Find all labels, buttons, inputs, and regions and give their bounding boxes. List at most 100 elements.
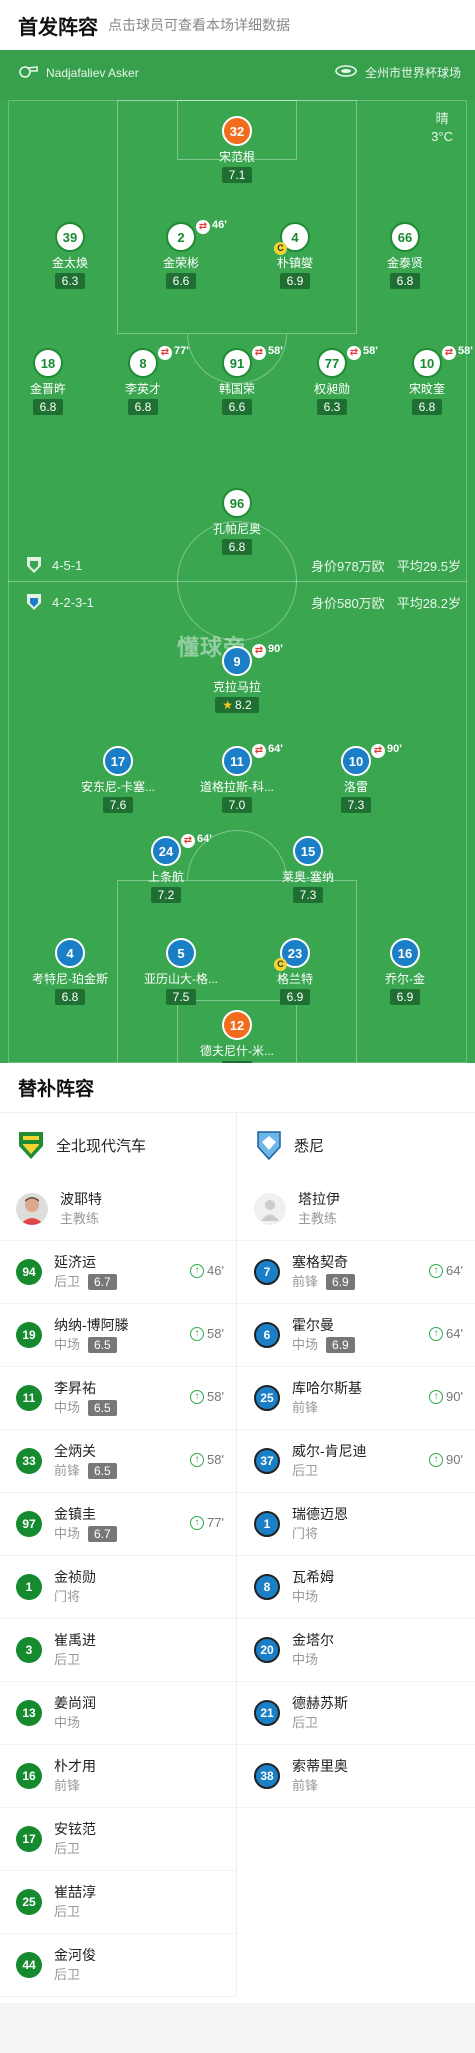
sub-player-name: 塞格契奇 — [292, 1254, 348, 1270]
rating-value: 7.0 — [228, 798, 246, 812]
player-number-badge: 2 ⇄ 46' — [166, 219, 227, 252]
away-player[interactable]: 9 ⇄ 90' 克拉马拉 ★ 8.2 — [182, 643, 292, 714]
lineup-subtitle: 点击球员可查看本场详细数据 — [108, 17, 290, 33]
away-team-header[interactable]: 悉尼 — [238, 1113, 475, 1177]
home-player[interactable]: 91 ⇄ 58' 韩国荣 6.6 — [182, 345, 292, 416]
player-number-badge: 4 — [55, 938, 85, 968]
sub-player-row[interactable]: 1 瑞德迈恩 门将 — [238, 1493, 475, 1556]
sub-player-position: 中场 6.9 — [292, 1335, 355, 1355]
sub-player-row[interactable]: 11 李昇祐 中场 6.5 ↑ 58' — [0, 1367, 236, 1430]
home-player[interactable]: 2 ⇄ 46' 金荣彬 6.6 — [126, 219, 236, 290]
sub-number-badge: 94 — [16, 1259, 42, 1285]
away-player[interactable]: 5 亚历山大-格... 7.5 — [126, 938, 236, 1006]
player-rating: 7.1 — [221, 167, 253, 183]
away-player[interactable]: 11 ⇄ 64' 道格拉斯-科... 7.0 — [182, 743, 292, 814]
home-coach[interactable]: 波耶特 主教练 — [0, 1177, 236, 1241]
sub-player-row[interactable]: 37 威尔-肯尼迪 后卫 ↑ 90' — [238, 1430, 475, 1493]
sub-player-position: 中场 6.5 — [54, 1398, 117, 1418]
player-number-badge: 32 — [222, 116, 252, 146]
sub-player-position: 后卫 — [292, 1461, 367, 1481]
sub-number-badge: 11 — [16, 1385, 42, 1411]
sub-rating: 6.9 — [326, 1337, 355, 1353]
sub-in-icon: ↑ — [429, 1452, 444, 1467]
home-player[interactable]: 10 ⇄ 58' 宋旼奎 6.8 — [372, 345, 475, 416]
home-subs-column: 全北现代汽车 波耶特 主教练 94 延济运 后卫 6.7 ↑ 46' 19 纳纳-博阿滕 中场 6.… — [0, 1113, 237, 1997]
sub-player-row[interactable]: 25 库哈尔斯基 前锋 ↑ 90' — [238, 1367, 475, 1430]
sub-in-time: ↑ 90' — [429, 1452, 463, 1467]
sub-number-badge: 16 — [16, 1763, 42, 1789]
coach-avatar — [16, 1192, 48, 1225]
sub-player-row[interactable]: 20 金塔尔 中场 — [238, 1619, 475, 1682]
sub-player-info: 威尔-肯尼迪 后卫 — [292, 1441, 367, 1481]
sub-player-row[interactable]: 13 姜尚润 中场 — [0, 1682, 236, 1745]
away-player[interactable]: 12德夫尼什-米...7.5 — [182, 1010, 292, 1063]
sub-number-badge: 38 — [254, 1763, 280, 1789]
home-player[interactable]: 4 C 朴镇燮 6.9 — [240, 222, 350, 290]
player-name: 安东尼-卡塞... — [81, 780, 155, 794]
lineup-title: 首发阵容 — [18, 16, 98, 39]
sub-player-row[interactable]: 38 索蒂里奥 前锋 — [238, 1745, 475, 1808]
home-player[interactable]: 77 ⇄ 58' 权昶勋 6.3 — [277, 345, 387, 416]
sub-number-badge: 19 — [16, 1322, 42, 1348]
sub-player-row[interactable]: 8 瓦希姆 中场 — [238, 1556, 475, 1619]
away-player[interactable]: 15 莱奥-塞纳 7.3 — [253, 836, 363, 904]
rating-value: 6.8 — [61, 990, 79, 1004]
player-number: 77 — [324, 355, 340, 371]
away-coach[interactable]: 塔拉伊 主教练 — [238, 1177, 475, 1241]
home-player[interactable]: 66 金泰贤 6.8 — [350, 222, 460, 290]
sub-in-time: ↑ 46' — [190, 1263, 224, 1278]
sub-player-row[interactable]: 1 金祯勋 门将 — [0, 1556, 236, 1619]
away-player[interactable]: 16 乔尔-金 6.9 — [350, 938, 460, 1006]
player-number-badge: 10 ⇄ 58' — [412, 345, 473, 378]
player-number-badge: 39 — [55, 222, 85, 252]
player-name: 金太焕 — [51, 256, 88, 270]
away-player[interactable]: 17 安东尼-卡塞... 7.6 — [63, 746, 173, 814]
rating-value: 8.2 — [235, 698, 252, 712]
sub-player-position: 后卫 — [54, 1839, 96, 1859]
sub-player-name: 金镇圭 — [54, 1506, 96, 1522]
away-player[interactable]: 10 ⇄ 90' 洛雷 7.3 — [301, 743, 411, 814]
home-player[interactable]: 32 宋范根 7.1 — [182, 116, 292, 184]
sub-player-info: 霍尔曼 中场 6.9 — [292, 1315, 355, 1355]
sub-player-info: 纳纳-博阿滕 中场 6.5 — [54, 1315, 129, 1355]
sub-rating: 6.9 — [326, 1274, 355, 1290]
sub-player-name: 金祯勋 — [54, 1569, 96, 1585]
referee-name: Nadjafaliev Asker — [46, 65, 139, 80]
home-player[interactable]: 39 金太焕 6.3 — [15, 222, 125, 290]
coach-placeholder-icon — [254, 1192, 286, 1225]
away-player[interactable]: 24 ⇄ 64' 上条航 7.2 — [111, 833, 221, 904]
sub-player-info: 李昇祐 中场 6.5 — [54, 1378, 117, 1418]
rating-value: 6.8 — [228, 540, 246, 554]
home-player[interactable]: 96 孔帕尼奥 6.8 — [182, 488, 292, 556]
sub-out-icon: ⇄ — [181, 834, 195, 848]
sub-player-row[interactable]: 7 塞格契奇 前锋 6.9 ↑ 64' — [238, 1241, 475, 1304]
sub-player-name: 安铉范 — [54, 1821, 96, 1837]
sub-player-row[interactable]: 97 金镇圭 中场 6.7 ↑ 77' — [0, 1493, 236, 1556]
home-value: 身价978万欧 — [310, 558, 385, 574]
sub-player-row[interactable]: 33 全炳关 前锋 6.5 ↑ 58' — [0, 1430, 236, 1493]
away-player[interactable]: 23 C 格兰特 6.9 — [240, 938, 350, 1006]
home-crest-icon — [27, 557, 41, 573]
player-number-badge: 5 — [166, 938, 196, 968]
player-number: 11 — [230, 753, 244, 769]
sub-player-row[interactable]: 16 朴才用 前锋 — [0, 1745, 236, 1808]
position-text: 后卫 — [54, 1652, 81, 1667]
sub-in-icon: ↑ — [190, 1452, 205, 1467]
sub-in-icon: ↑ — [429, 1326, 444, 1341]
sub-player-row[interactable]: 3 崔禹进 后卫 — [0, 1619, 236, 1682]
sub-player-row[interactable]: 6 霍尔曼 中场 6.9 ↑ 64' — [238, 1304, 475, 1367]
player-number: 15 — [300, 843, 316, 859]
sub-player-row[interactable]: 17 安铉范 后卫 — [0, 1808, 236, 1871]
sub-player-row[interactable]: 44 金河俊 后卫 — [0, 1934, 236, 1997]
sub-player-row[interactable]: 94 延济运 后卫 6.7 ↑ 46' — [0, 1241, 236, 1304]
sub-player-name: 姜尚润 — [54, 1695, 96, 1711]
away-player[interactable]: 4 考特尼-珀金斯 6.8 — [15, 938, 125, 1006]
sub-player-info: 金镇圭 中场 6.7 — [54, 1504, 117, 1544]
sub-player-row[interactable]: 25 崔喆淳 后卫 — [0, 1871, 236, 1934]
player-name: 宋范根 — [218, 150, 255, 164]
sub-player-row[interactable]: 21 德赫苏斯 后卫 — [238, 1682, 475, 1745]
sub-number-badge: 1 — [16, 1574, 42, 1600]
home-team-header[interactable]: 全北现代汽车 — [0, 1113, 236, 1177]
sub-player-row[interactable]: 19 纳纳-博阿滕 中场 6.5 ↑ 58' — [0, 1304, 236, 1367]
stadium-name: 全州市世界杯球场 — [364, 66, 461, 80]
